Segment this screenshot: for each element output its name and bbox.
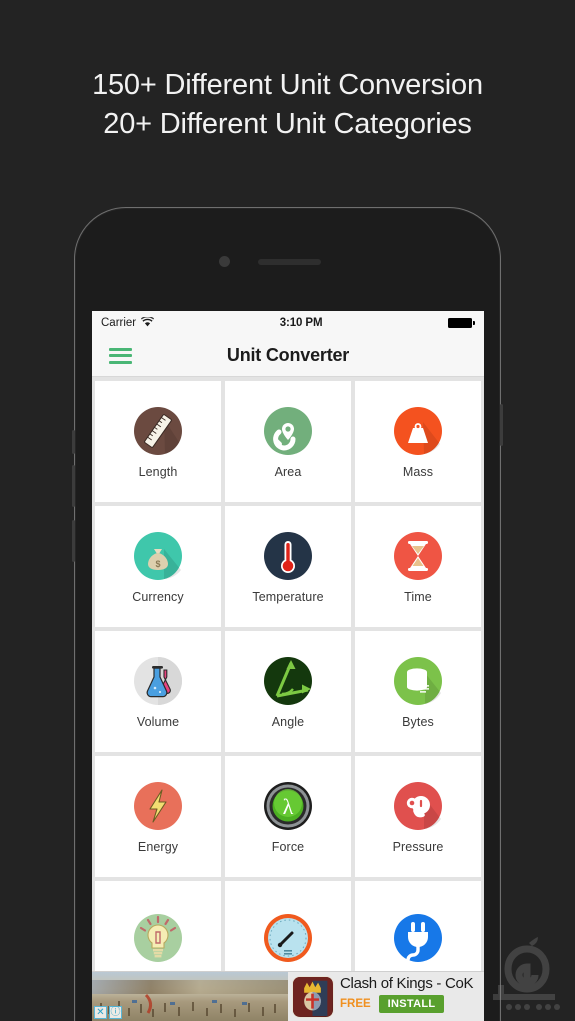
lambda-icon: λ: [261, 779, 315, 833]
earpiece-speaker-icon: [258, 259, 321, 265]
headline-line-1: 150+ Different Unit Conversion: [92, 69, 483, 101]
info-circle-icon[interactable]: ⓘ: [109, 1006, 122, 1019]
category-label: Area: [274, 465, 302, 479]
power-plug-icon: [391, 911, 445, 965]
thermometer-icon: [261, 529, 315, 583]
category-cell-currency[interactable]: $ Currency: [95, 506, 221, 627]
phone-screen: Carrier 3:10 PM Unit Converter Length Ar…: [92, 311, 484, 1021]
status-bar-left: Carrier: [101, 315, 155, 330]
category-label: Pressure: [392, 840, 444, 854]
battery-full-icon: [448, 318, 475, 328]
silent-switch[interactable]: [72, 430, 75, 454]
ad-banner[interactable]: ✕ ⓘ Clash of Kings - CoK FREE INSTALL: [92, 971, 484, 1021]
status-bar: Carrier 3:10 PM: [92, 311, 484, 335]
category-grid: Length Area Mass $ Currency Temperature …: [92, 377, 484, 1002]
page-headline: 150+ Different Unit Conversion 20+ Diffe…: [0, 66, 575, 144]
lightning-bolt-icon: [131, 779, 185, 833]
pressure-gauge-icon: [391, 779, 445, 833]
category-cell-length[interactable]: Length: [95, 381, 221, 502]
money-bag-icon: $: [131, 529, 185, 583]
app-nav-bar: Unit Converter: [92, 335, 484, 377]
ad-badges: ✕ ⓘ: [94, 1006, 122, 1019]
ruler-icon: [131, 404, 185, 458]
category-label: Force: [271, 840, 305, 854]
category-cell-area[interactable]: Area: [225, 381, 351, 502]
ad-artwork: ✕ ⓘ: [92, 972, 288, 1021]
ad-price-label: FREE: [340, 998, 371, 1010]
weight-icon: [391, 404, 445, 458]
svg-text:$: $: [155, 559, 160, 569]
ad-text-block: Clash of Kings - CoK FREE INSTALL: [340, 972, 484, 1021]
database-icon: [391, 654, 445, 708]
map-pin-area-icon: [261, 404, 315, 458]
power-button[interactable]: [500, 404, 503, 446]
category-label: Time: [404, 590, 432, 604]
category-cell-energy[interactable]: Energy: [95, 756, 221, 877]
site-watermark-logo: [491, 935, 565, 1013]
category-label: Mass: [402, 465, 434, 479]
category-cell-time[interactable]: Time: [355, 506, 481, 627]
svg-text:λ: λ: [283, 794, 294, 819]
angle-arrows-icon: [261, 654, 315, 708]
hamburger-menu-icon[interactable]: [109, 347, 132, 364]
flask-icon: [131, 654, 185, 708]
close-x-icon[interactable]: ✕: [94, 1006, 107, 1019]
carrier-label: Carrier: [101, 317, 137, 329]
ad-title: Clash of Kings - CoK: [340, 975, 474, 992]
volume-down-button[interactable]: [72, 520, 75, 562]
screenshot-root: 150+ Different Unit Conversion 20+ Diffe…: [0, 0, 575, 1021]
speedometer-icon: [261, 911, 315, 965]
ad-install-button[interactable]: INSTALL: [378, 995, 445, 1013]
clash-of-kings-app-icon[interactable]: [292, 976, 334, 1018]
category-cell-temperature[interactable]: Temperature: [225, 506, 351, 627]
category-cell-pressure[interactable]: Pressure: [355, 756, 481, 877]
category-cell-mass[interactable]: Mass: [355, 381, 481, 502]
category-label: Length: [138, 465, 178, 479]
category-label: Currency: [132, 590, 184, 604]
category-label: Energy: [137, 840, 179, 854]
camera-dot-icon: [219, 256, 230, 267]
category-cell-bytes[interactable]: Bytes: [355, 631, 481, 752]
category-cell-volume[interactable]: Volume: [95, 631, 221, 752]
headline-line-2: 20+ Different Unit Categories: [103, 108, 472, 140]
category-label: Temperature: [252, 590, 324, 604]
page-title: Unit Converter: [226, 345, 350, 365]
category-label: Angle: [271, 715, 305, 729]
volume-up-button[interactable]: [72, 465, 75, 507]
ad-action-row: FREE INSTALL: [340, 995, 484, 1013]
wifi-icon: [141, 315, 155, 330]
status-bar-right: [448, 318, 475, 328]
category-label: Volume: [136, 715, 180, 729]
category-cell-force[interactable]: λ Force: [225, 756, 351, 877]
hourglass-icon: [391, 529, 445, 583]
category-label: Bytes: [402, 715, 434, 729]
status-bar-time: 3:10 PM: [279, 317, 323, 329]
light-bulb-icon: [131, 911, 185, 965]
category-cell-angle[interactable]: Angle: [225, 631, 351, 752]
